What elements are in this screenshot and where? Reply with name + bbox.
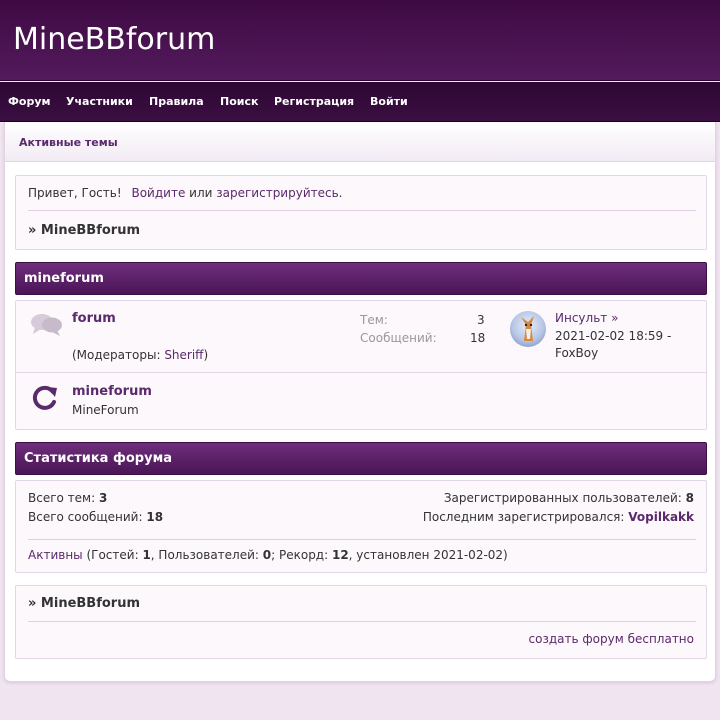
active-topics-link[interactable]: Активные темы [19,136,118,149]
main-nav: Форум Участники Правила Поиск Регистраци… [0,82,720,122]
redirect-arrow-icon [30,383,60,416]
last-post-link[interactable]: Инсульт [555,311,607,325]
last-registered-label: Последним зарегистрировался: [422,510,625,524]
row-divider [16,372,706,373]
forum-list: forum (Модераторы: Sheriff) Тем: 3 Сообщ… [15,300,707,430]
registered-value: 8 [685,491,694,505]
posts-label: Сообщений: [360,331,437,345]
registered-users: Зарегистрированных пользователей: 8 [444,491,694,505]
stats-header: Статистика форума [15,442,707,475]
speech-bubbles-icon [30,311,64,342]
divider [28,621,696,622]
guests-value: 1 [142,548,151,562]
category-header: mineforum [15,262,707,295]
nav-item-members[interactable]: Участники [66,95,133,108]
create-forum-link[interactable]: создать форум бесплатно [529,632,694,646]
breadcrumb[interactable]: » MineBBforum [28,223,140,238]
users-label: , Пользователей: [150,548,263,562]
total-topics: Всего тем: 3 [28,491,107,505]
site-logo[interactable]: MineBBforum [13,22,215,57]
total-topics-label: Всего тем: [28,491,96,505]
period-text: . [338,186,343,200]
nav-item-rules[interactable]: Правила [149,95,204,108]
guests-label: (Гостей: [82,548,143,562]
sub-nav: Активные темы [5,122,715,162]
moderators-suffix: ) [203,348,209,362]
or-text: или [189,186,213,200]
total-posts: Всего сообщений: 18 [28,510,163,524]
nav-item-search[interactable]: Поиск [220,95,258,108]
goto-last-post-icon[interactable]: » [611,311,618,325]
welcome-box: Привет, Гость! Войдите или зарегистрируй… [15,175,707,250]
site-header: MineBBforum [0,0,720,81]
last-post-title-line: Инсульт » [555,311,618,325]
nav-item-forum[interactable]: Форум [8,95,51,108]
posts-count: 18 [470,331,486,345]
nav-item-register[interactable]: Регистрация [274,95,354,108]
page-container: Активные темы Привет, Гость! Войдите или… [4,122,716,682]
active-users-link[interactable]: Активны [28,548,83,562]
topics-count: 3 [477,313,485,327]
last-post-user[interactable]: FoxBoy [555,346,598,360]
stats-box: Всего тем: 3 Всего сообщений: 18 Зарегис… [15,480,707,573]
category-title[interactable]: mineforum [24,271,104,286]
footer-breadcrumb[interactable]: » MineBBforum [28,596,140,611]
forum-description: MineForum [72,403,139,417]
record-label: ; Рекорд: [271,548,332,562]
register-link[interactable]: зарегистрируйтесь [216,186,338,200]
total-posts-label: Всего сообщений: [28,510,143,524]
forum-title-link[interactable]: mineforum [72,384,152,399]
nav-item-login[interactable]: Войти [370,95,408,108]
divider [28,539,696,540]
footer-box: » MineBBforum создать форум бесплатно [15,585,707,659]
welcome-line: Привет, Гость! Войдите или зарегистрируй… [28,186,343,200]
stats-title: Статистика форума [24,451,172,466]
user-avatar[interactable] [510,311,546,347]
total-posts-value: 18 [146,510,164,524]
forum-title-link[interactable]: forum [72,311,116,326]
last-registered: Последним зарегистрировался: Vopilkakk [423,510,694,524]
last-registered-user-link[interactable]: Vopilkakk [628,510,694,524]
record-suffix: , установлен 2021-02-02) [348,548,508,562]
greeting-text: Привет, Гость! [28,186,122,200]
registered-label: Зарегистрированных пользователей: [443,491,682,505]
last-post-date: 2021-02-02 18:59 - [555,329,672,343]
online-stats: Активны (Гостей: 1, Пользователей: 0; Ре… [28,548,508,562]
record-value: 12 [331,548,349,562]
moderators-label: (Модераторы: [72,348,165,362]
login-link[interactable]: Войдите [131,186,185,200]
moderator-link[interactable]: Sheriff [164,348,203,362]
users-value: 0 [262,548,272,562]
total-topics-value: 3 [98,491,108,505]
divider [28,210,696,211]
forum-moderators: (Модераторы: Sheriff) [72,348,208,362]
topics-label: Тем: [360,313,388,327]
